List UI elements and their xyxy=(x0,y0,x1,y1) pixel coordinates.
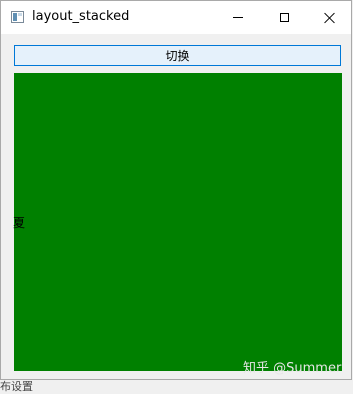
app-window-icon xyxy=(11,11,24,23)
switch-button[interactable]: 切换 xyxy=(14,45,341,66)
app-window: layout_stacked 切换 夏 xyxy=(0,0,352,380)
maximize-button[interactable] xyxy=(261,1,307,34)
maximize-icon xyxy=(279,13,289,22)
stacked-page-label: 夏 xyxy=(13,216,26,230)
stacked-page-panel xyxy=(14,73,342,371)
title-bar[interactable]: layout_stacked xyxy=(1,1,351,34)
minimize-button[interactable] xyxy=(215,1,261,34)
close-button[interactable] xyxy=(307,1,353,34)
minimize-icon xyxy=(233,17,243,18)
watermark-text: 知乎 @Summer xyxy=(243,361,342,376)
window-title: layout_stacked xyxy=(32,9,130,24)
close-icon xyxy=(324,12,336,24)
background-text-fragment: 布设置 xyxy=(0,380,33,393)
